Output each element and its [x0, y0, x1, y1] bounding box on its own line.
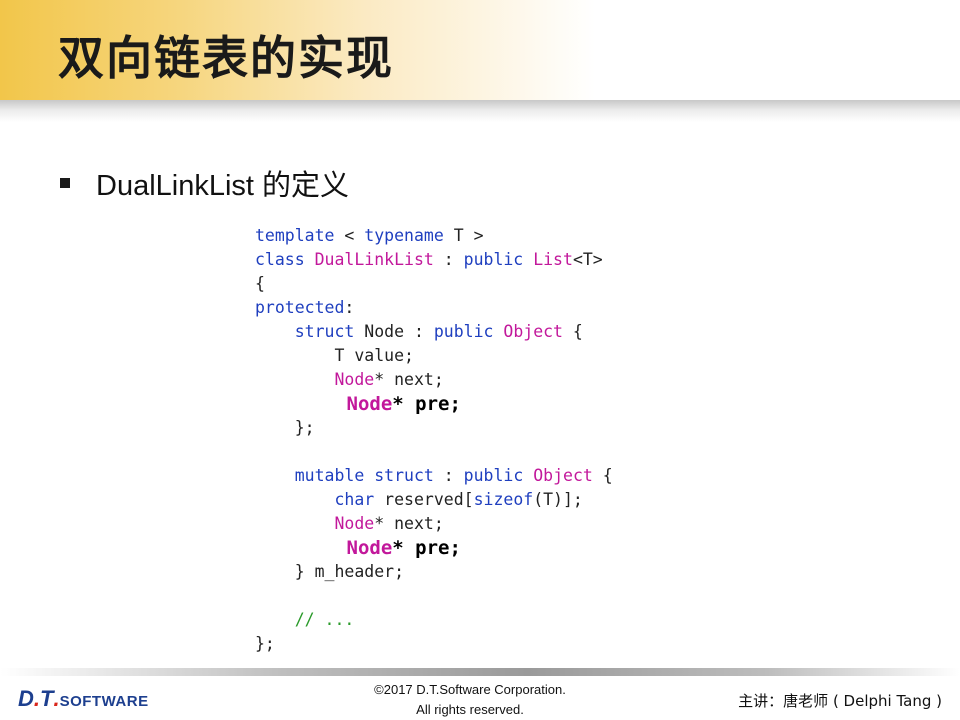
code-block: template < typename T > class DualLinkLi…	[255, 224, 613, 656]
code-line-highlighted: Node* pre;	[255, 536, 613, 560]
code-text: T >	[443, 226, 484, 245]
copyright-line: ©2017 D.T.Software Corporation.	[374, 682, 566, 697]
code-keyword: protected	[255, 298, 345, 317]
code-keyword: public	[433, 322, 494, 341]
code-type: Object	[503, 322, 563, 341]
code-line: protected:	[255, 296, 613, 320]
code-text: :	[344, 298, 355, 317]
code-line: };	[255, 418, 315, 437]
code-keyword: typename	[364, 226, 444, 245]
logo-software-text: SOFTWARE	[59, 693, 149, 710]
code-text: <	[334, 226, 365, 245]
code-keyword: template	[255, 226, 335, 245]
code-line: };	[255, 634, 275, 653]
title-shadow	[0, 100, 960, 122]
copyright-line: All rights reserved.	[416, 702, 524, 717]
code-text: :	[433, 466, 464, 485]
code-type: Object	[533, 466, 593, 485]
code-line: {	[255, 274, 265, 293]
code-text: reserved[	[374, 490, 474, 509]
code-type: Node	[334, 514, 375, 533]
code-text: (T)];	[533, 490, 583, 509]
code-line: mutable struct : public Object {	[255, 464, 613, 488]
code-keyword: struct	[374, 466, 434, 485]
code-line: template < typename T >	[255, 224, 613, 248]
code-line: class DualLinkList : public List<T>	[255, 248, 613, 272]
code-text: * pre;	[392, 537, 461, 559]
code-type: DualLinkList	[314, 250, 434, 269]
code-text: Node :	[354, 322, 434, 341]
logo-letter-d: D	[18, 686, 34, 711]
code-line-highlighted: Node* pre;	[255, 392, 613, 416]
code-text: <T>	[572, 250, 603, 269]
code-type: Node	[334, 370, 375, 389]
code-line: char reserved[sizeof(T)];	[255, 488, 613, 512]
code-text: * pre;	[392, 393, 461, 415]
code-keyword: public	[463, 466, 524, 485]
code-keyword: char	[334, 490, 375, 509]
code-text: * next;	[374, 514, 444, 533]
code-keyword: public	[463, 250, 524, 269]
code-line: // ...	[255, 608, 613, 632]
square-bullet-icon	[60, 178, 70, 188]
code-text: {	[563, 322, 583, 341]
slide-title: 双向链表的实现	[58, 31, 394, 85]
footer-divider	[0, 668, 960, 676]
code-keyword: sizeof	[473, 490, 534, 509]
code-line: struct Node : public Object {	[255, 320, 613, 344]
code-text: :	[433, 250, 464, 269]
code-line: Node* next;	[255, 512, 613, 536]
code-keyword: struct	[294, 322, 355, 341]
bullet-item: DualLinkList 的定义	[60, 162, 349, 204]
bullet-text: DualLinkList 的定义	[96, 170, 350, 202]
code-text: * next;	[374, 370, 444, 389]
copyright-notice: ©2017 D.T.Software Corporation. All righ…	[300, 680, 640, 720]
presenter-credit: 主讲：唐老师 ( Delphi Tang )	[738, 692, 942, 710]
code-line: } m_header;	[255, 562, 405, 581]
code-keyword: mutable	[294, 466, 365, 485]
code-line: T value;	[255, 346, 414, 365]
dt-software-logo: D . T . SOFTWARE	[18, 686, 149, 712]
code-type: Node	[346, 393, 393, 415]
logo-letter-t: T	[40, 686, 54, 711]
code-text: {	[592, 466, 613, 485]
code-type: Node	[346, 537, 393, 559]
code-line: Node* next;	[255, 368, 613, 392]
code-type: List	[533, 250, 573, 269]
code-keyword: class	[255, 250, 305, 269]
code-comment: // ...	[294, 610, 355, 629]
